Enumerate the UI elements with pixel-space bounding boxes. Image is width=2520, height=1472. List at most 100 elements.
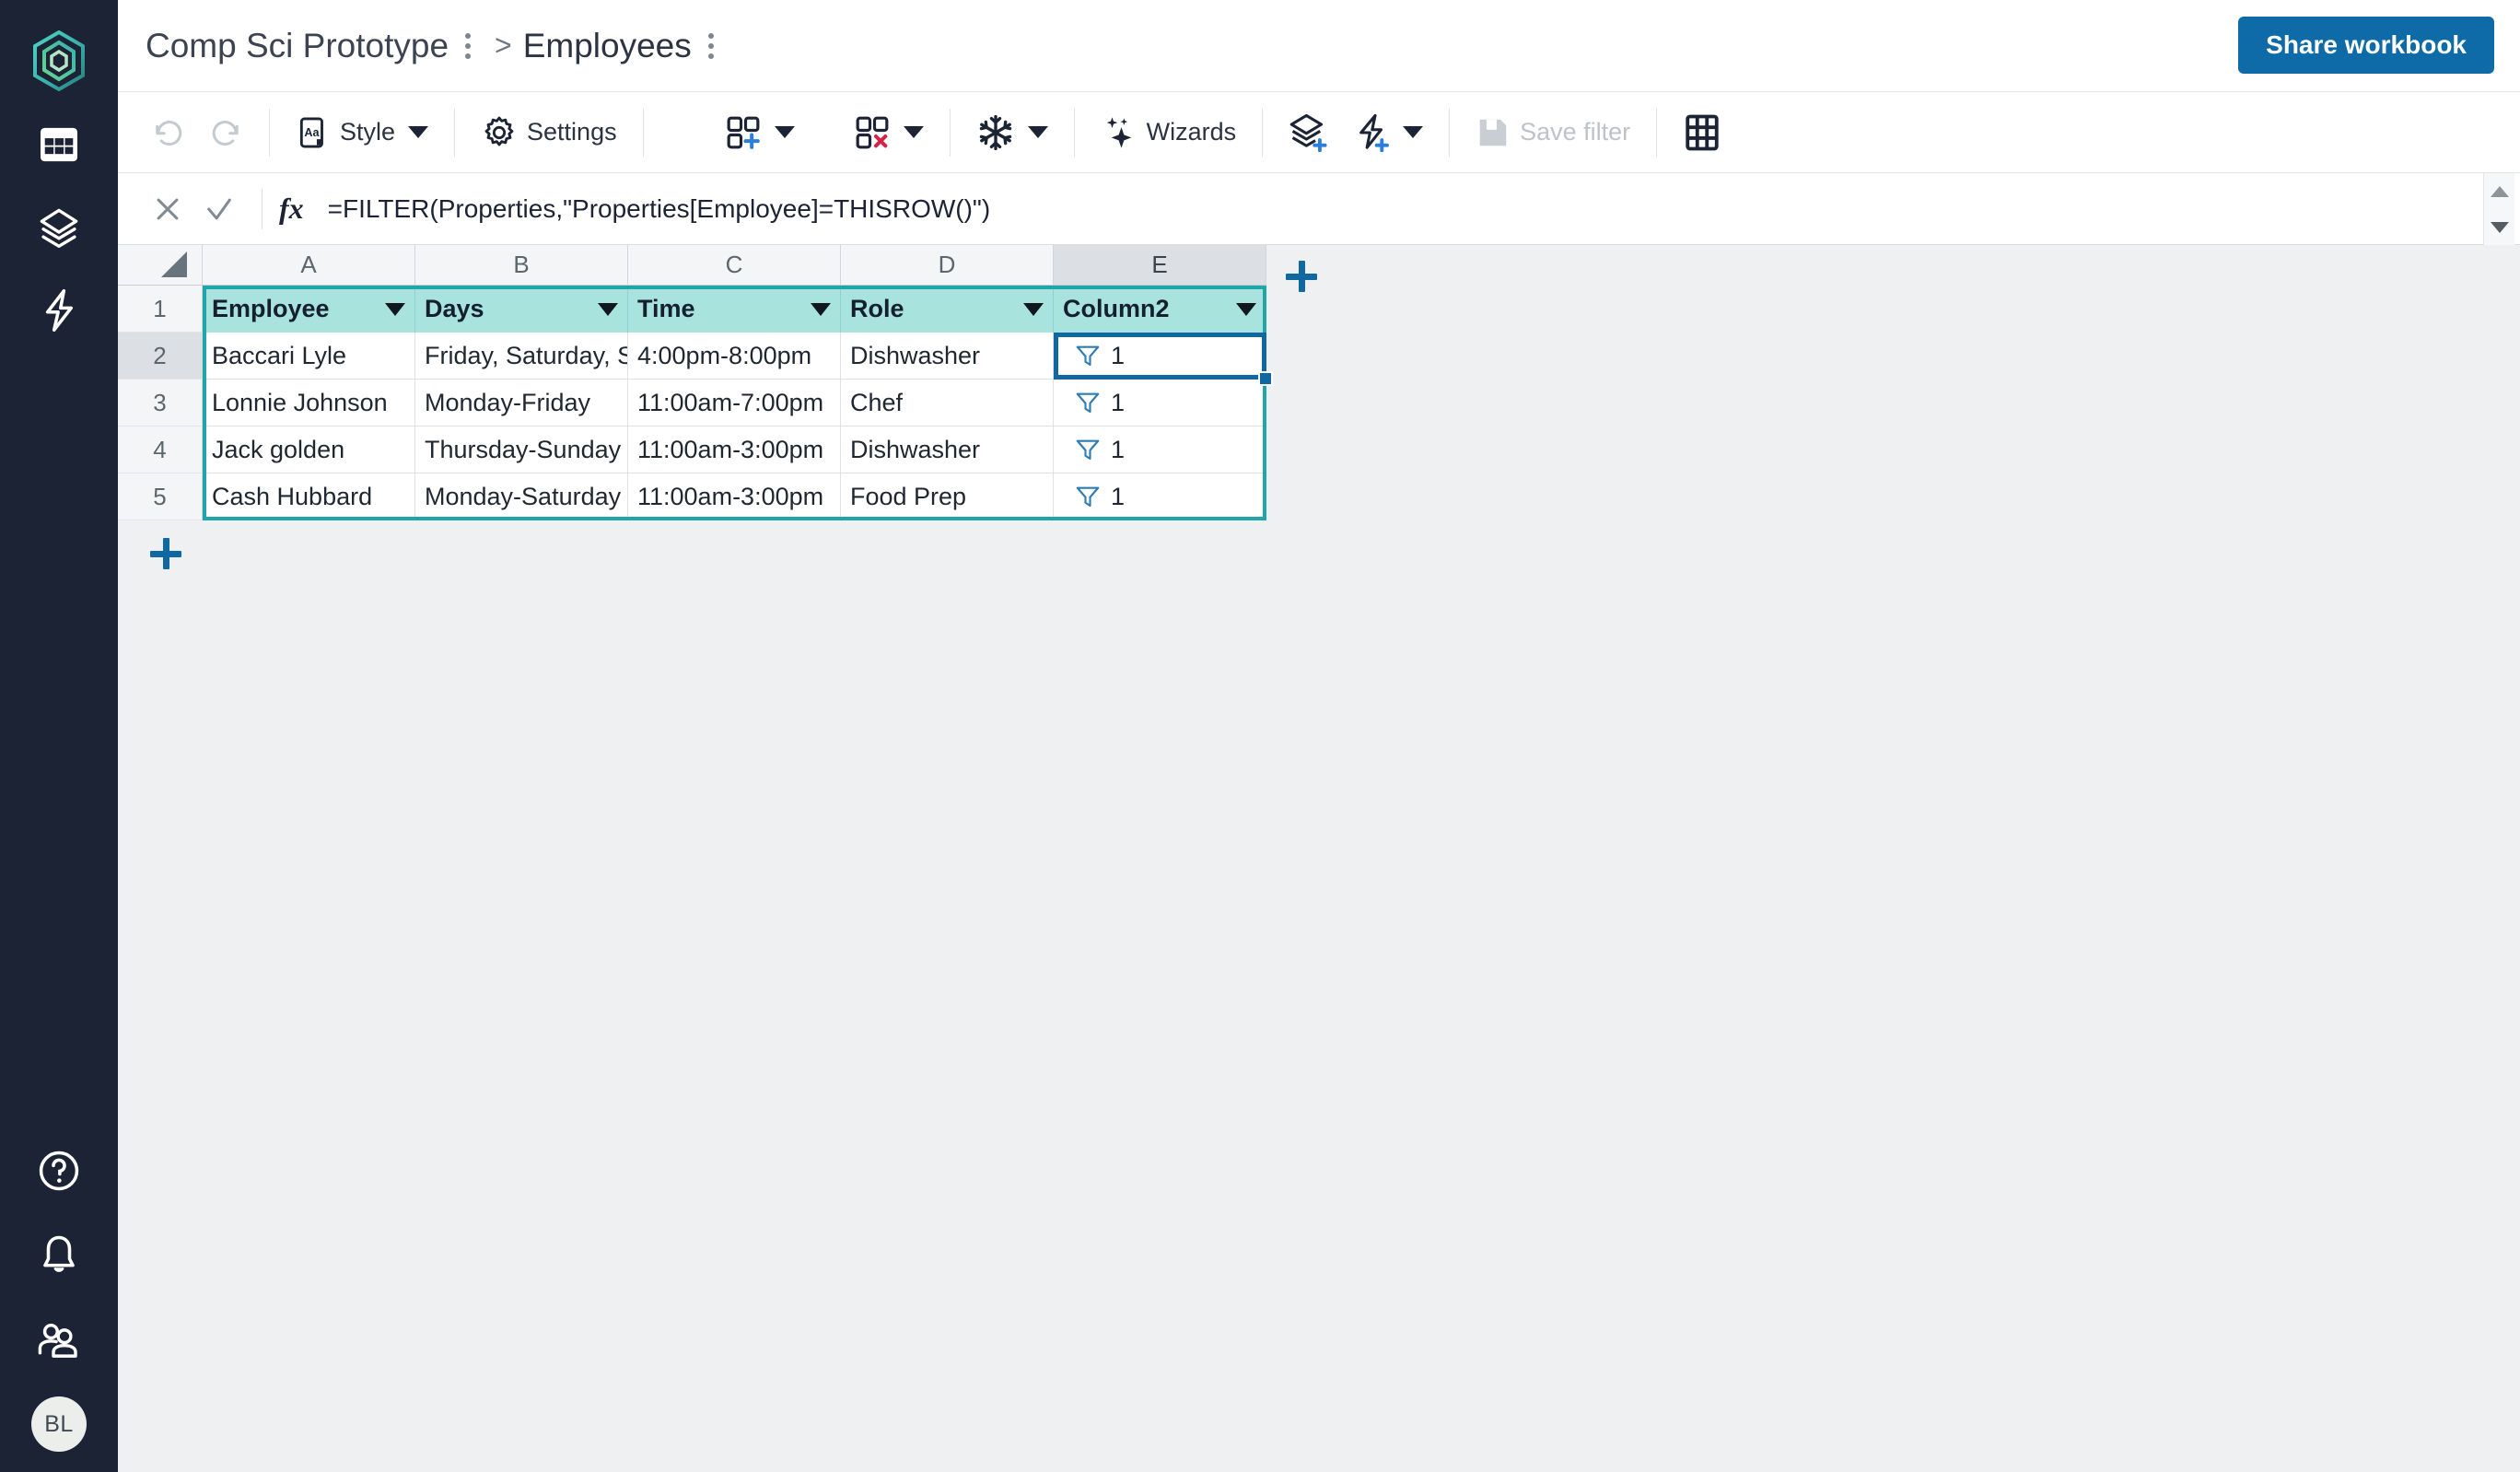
app-logo[interactable] (0, 18, 118, 103)
toolbar-divider (949, 108, 951, 157)
sidebar-item-notifications[interactable] (24, 1227, 94, 1284)
table-row: 5 Cash Hubbard Monday-Saturday 11:00am-3:00… (118, 473, 1266, 520)
cell-B4[interactable]: Thursday-Sunday (415, 426, 628, 473)
filter-funnel-icon (1076, 392, 1100, 414)
table-column-header[interactable]: Employee (203, 286, 415, 333)
sidebar-item-automations[interactable] (24, 282, 94, 339)
save-floppy-icon (1479, 119, 1507, 146)
formula-input[interactable]: =FILTER(Properties,"Properties[Employee]… (328, 194, 2520, 224)
cell-B2[interactable]: Friday, Saturday, Sunday (415, 333, 628, 380)
save-filter-label: Save filter (1520, 118, 1631, 146)
table-column-header[interactable]: Days (415, 286, 628, 333)
cell-E5[interactable]: 1 (1054, 473, 1266, 520)
tables-icon (41, 127, 77, 162)
sidebar-item-help[interactable] (24, 1142, 94, 1199)
column-filter-chevron-down-icon[interactable] (598, 302, 618, 316)
cell-D3[interactable]: Chef (841, 380, 1054, 426)
column-filter-chevron-down-icon[interactable] (811, 302, 831, 316)
insert-cells-chevron-down-icon[interactable] (774, 126, 795, 138)
table-column-header[interactable]: Column2 (1054, 286, 1266, 333)
select-all-corner[interactable] (118, 245, 203, 286)
column-header-label: Employee (212, 295, 330, 322)
formula-expand-button[interactable] (2483, 173, 2514, 245)
cell-C2[interactable]: 4:00pm-8:00pm (628, 333, 841, 380)
column-filter-chevron-down-icon[interactable] (385, 302, 405, 316)
wizards-button[interactable]: Wizards (1088, 104, 1250, 161)
sidebar-item-people[interactable] (24, 1312, 94, 1369)
add-row-button[interactable] (146, 533, 186, 574)
save-filter-button[interactable]: Save filter (1463, 104, 1643, 161)
cell-C4[interactable]: 11:00am-3:00pm (628, 426, 841, 473)
cell-E4[interactable]: 1 (1054, 426, 1266, 473)
cell-D2[interactable]: Dishwasher (841, 333, 1054, 380)
table-column-header[interactable]: Role (841, 286, 1054, 333)
row-header-5[interactable]: 5 (118, 473, 203, 520)
grid-view-button[interactable] (1670, 104, 1734, 161)
delete-cells-button[interactable] (841, 104, 937, 161)
sidebar-item-layers[interactable] (24, 199, 94, 256)
cell-C5[interactable]: 11:00am-3:00pm (628, 473, 841, 520)
delete-cells-chevron-down-icon[interactable] (903, 126, 924, 138)
filter-funnel-icon (1076, 439, 1100, 461)
people-icon (38, 1323, 77, 1358)
column-header-c[interactable]: C (628, 245, 841, 286)
toolbar: Aa Style Settings Wizards Save filter (118, 92, 2520, 173)
row-header-4[interactable]: 4 (118, 426, 203, 473)
add-column-button[interactable] (1281, 256, 1322, 297)
user-avatar[interactable]: BL (31, 1396, 87, 1452)
automation-chevron-down-icon[interactable] (1403, 126, 1424, 138)
toolbar-divider (454, 108, 456, 157)
undo-icon (156, 120, 182, 146)
column-filter-chevron-down-icon[interactable] (1236, 302, 1256, 316)
cell-A5[interactable]: Cash Hubbard (203, 473, 415, 520)
style-chevron-down-icon[interactable] (408, 126, 429, 138)
title-bar: Comp Sci Prototype > Employees Share wor… (118, 0, 2520, 92)
cell-B3[interactable]: Monday-Friday (415, 380, 628, 426)
column-header-e[interactable]: E (1054, 245, 1266, 286)
redo-button[interactable] (197, 104, 256, 161)
column-filter-chevron-down-icon[interactable] (1023, 302, 1044, 316)
cell-E3[interactable]: 1 (1054, 380, 1266, 426)
row-header-2[interactable]: 2 (118, 333, 203, 380)
breadcrumb-separator: > (495, 29, 512, 62)
cell-A4[interactable]: Jack golden (203, 426, 415, 473)
freeze-snowflake-icon (979, 114, 1011, 150)
app-root: BL Comp Sci Prototype > Employees Share … (0, 0, 2520, 1472)
formula-cancel-button[interactable] (142, 183, 193, 235)
cell-A3[interactable]: Lonnie Johnson (203, 380, 415, 426)
sparkles-icon (1106, 116, 1131, 148)
style-button[interactable]: Aa Style (283, 104, 441, 161)
cell-A2[interactable]: Baccari Lyle (203, 333, 415, 380)
undo-button[interactable] (138, 104, 197, 161)
add-layer-button[interactable] (1276, 104, 1340, 161)
grid-view-icon (1686, 114, 1719, 150)
share-workbook-button[interactable]: Share workbook (2238, 17, 2494, 74)
formula-bar: fx =FILTER(Properties,"Properties[Employ… (118, 173, 2520, 245)
column-header-d[interactable]: D (841, 245, 1054, 286)
sidebar-item-tables[interactable] (24, 116, 94, 173)
breadcrumb-sheet[interactable]: Employees (523, 27, 692, 65)
add-automation-button[interactable] (1340, 104, 1436, 161)
insert-cells-button[interactable] (712, 104, 808, 161)
breadcrumb-workbook[interactable]: Comp Sci Prototype (146, 27, 449, 65)
column-header-b[interactable]: B (415, 245, 628, 286)
sheet-menu-icon[interactable] (697, 26, 725, 66)
formula-confirm-button[interactable] (193, 183, 245, 235)
cell-C3[interactable]: 11:00am-7:00pm (628, 380, 841, 426)
column-header-row: ABCDE (118, 245, 1266, 286)
cell-E2[interactable]: 1 (1054, 333, 1266, 380)
settings-button[interactable]: Settings (468, 104, 630, 161)
table-column-header[interactable]: Time (628, 286, 841, 333)
fill-handle[interactable] (1258, 371, 1273, 386)
row-header-3[interactable]: 3 (118, 380, 203, 426)
freeze-chevron-down-icon[interactable] (1027, 126, 1048, 138)
toolbar-divider (1073, 108, 1075, 157)
column-header-a[interactable]: A (203, 245, 415, 286)
cell-D4[interactable]: Dishwasher (841, 426, 1054, 473)
help-icon (39, 1151, 79, 1191)
workbook-menu-icon[interactable] (454, 26, 482, 66)
freeze-button[interactable] (963, 104, 1061, 161)
cell-B5[interactable]: Monday-Saturday (415, 473, 628, 520)
row-header-1[interactable]: 1 (118, 286, 203, 333)
cell-D5[interactable]: Food Prep (841, 473, 1054, 520)
